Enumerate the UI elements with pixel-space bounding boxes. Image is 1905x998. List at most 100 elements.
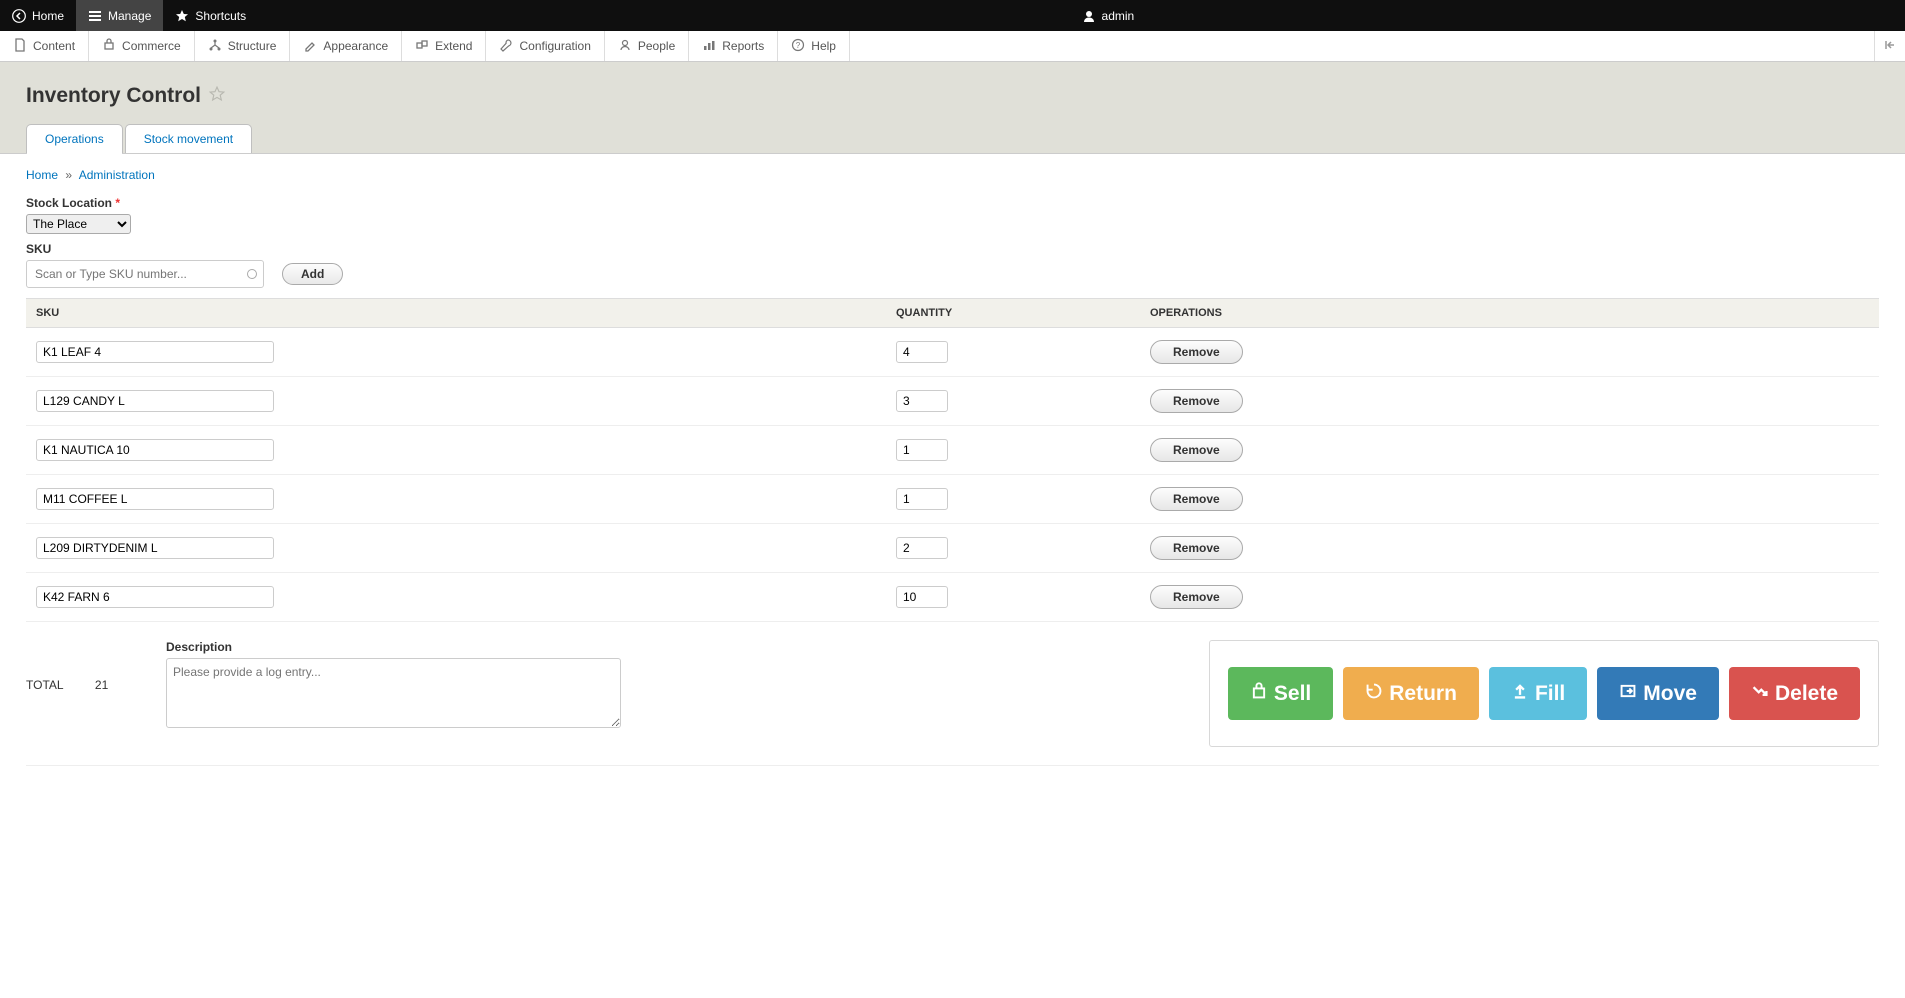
tab-stock-movement[interactable]: Stock movement	[125, 124, 252, 153]
grid-header-ops: OPERATIONS	[1150, 307, 1869, 319]
table-row: Remove	[26, 524, 1879, 573]
menu-extend[interactable]: Extend	[402, 31, 486, 61]
add-button[interactable]: Add	[282, 263, 343, 285]
sku-cell-input[interactable]	[36, 341, 274, 363]
menu-appearance[interactable]: Appearance	[290, 31, 402, 61]
extend-icon	[415, 38, 429, 55]
qty-cell-input[interactable]	[896, 537, 948, 559]
breadcrumb-home[interactable]: Home	[26, 168, 58, 182]
favorite-star-icon[interactable]	[209, 84, 225, 108]
total-block: TOTAL 21	[26, 640, 126, 692]
menu-commerce[interactable]: Commerce	[89, 31, 195, 61]
menu-extend-label: Extend	[435, 39, 472, 53]
tabs: Operations Stock movement	[26, 124, 1879, 153]
menu-structure-label: Structure	[228, 39, 277, 53]
trend-down-icon	[1751, 682, 1769, 706]
wrench-icon	[499, 38, 513, 55]
menu-content-label: Content	[33, 39, 75, 53]
history-icon	[1365, 682, 1383, 706]
menu-reports-label: Reports	[722, 39, 764, 53]
user-icon	[1082, 9, 1096, 23]
description-textarea[interactable]	[166, 658, 621, 728]
move-icon	[1619, 682, 1637, 706]
return-button[interactable]: Return	[1343, 667, 1479, 720]
topbar-home[interactable]: Home	[0, 0, 76, 31]
sku-label: SKU	[26, 242, 1879, 256]
help-icon: ?	[791, 38, 805, 55]
qty-cell-input[interactable]	[896, 439, 948, 461]
menu-content[interactable]: Content	[0, 31, 89, 61]
sku-cell-input[interactable]	[36, 537, 274, 559]
sku-cell-input[interactable]	[36, 390, 274, 412]
sku-cell-input[interactable]	[36, 586, 274, 608]
page-icon	[13, 38, 27, 55]
topbar-user[interactable]: admin	[1070, 0, 1905, 31]
total-label: TOTAL	[26, 678, 64, 692]
delete-button[interactable]: Delete	[1729, 667, 1860, 720]
upload-icon	[1511, 682, 1529, 706]
content: Home » Administration Stock Location * T…	[0, 154, 1905, 796]
qty-cell-input[interactable]	[896, 341, 948, 363]
sku-cell-input[interactable]	[36, 439, 274, 461]
topbar-shortcuts-label: Shortcuts	[195, 9, 246, 23]
remove-button[interactable]: Remove	[1150, 487, 1243, 511]
tab-operations[interactable]: Operations	[26, 124, 123, 153]
table-row: Remove	[26, 328, 1879, 377]
stock-location-select[interactable]: The Place	[26, 214, 131, 234]
topbar-user-label: admin	[1102, 9, 1135, 23]
menu-collapse[interactable]	[1875, 31, 1905, 61]
actions-panel: Sell Return Fill Move Delete	[1209, 640, 1879, 747]
topbar-shortcuts[interactable]: Shortcuts	[163, 0, 258, 31]
grid-header-sku: SKU	[36, 307, 896, 319]
footer-area: TOTAL 21 Description Sell Return Fill Mo…	[26, 622, 1879, 766]
table-row: Remove	[26, 377, 1879, 426]
remove-button[interactable]: Remove	[1150, 438, 1243, 462]
remove-button[interactable]: Remove	[1150, 340, 1243, 364]
inventory-grid: SKU QUANTITY OPERATIONS Remove Remove Remo…	[26, 298, 1879, 622]
collapse-icon	[1883, 38, 1897, 55]
page-header: Inventory Control Operations Stock movem…	[0, 62, 1905, 154]
back-circle-icon	[12, 9, 26, 23]
hamburger-icon	[88, 9, 102, 23]
topbar-home-label: Home	[32, 9, 64, 23]
breadcrumb-admin[interactable]: Administration	[79, 168, 155, 182]
sku-input[interactable]	[26, 260, 264, 288]
admin-menu: Content Commerce Structure Appearance Ex…	[0, 31, 1905, 62]
qty-cell-input[interactable]	[896, 390, 948, 412]
sku-cell-input[interactable]	[36, 488, 274, 510]
people-icon	[618, 38, 632, 55]
stock-location-label: Stock Location *	[26, 196, 1879, 210]
menu-appearance-label: Appearance	[323, 39, 388, 53]
qty-cell-input[interactable]	[896, 586, 948, 608]
remove-button[interactable]: Remove	[1150, 389, 1243, 413]
admin-topbar: Home Manage Shortcuts admin	[0, 0, 1905, 31]
move-button[interactable]: Move	[1597, 667, 1719, 720]
autocomplete-spinner-icon	[247, 269, 257, 279]
total-value: 21	[95, 678, 108, 692]
menu-people[interactable]: People	[605, 31, 689, 61]
grid-header: SKU QUANTITY OPERATIONS	[26, 298, 1879, 328]
menu-help[interactable]: ? Help	[778, 31, 850, 61]
table-row: Remove	[26, 573, 1879, 622]
menu-configuration-label: Configuration	[519, 39, 590, 53]
qty-cell-input[interactable]	[896, 488, 948, 510]
menu-help-label: Help	[811, 39, 836, 53]
star-icon	[175, 9, 189, 23]
chart-icon	[702, 38, 716, 55]
remove-button[interactable]: Remove	[1150, 585, 1243, 609]
menu-reports[interactable]: Reports	[689, 31, 778, 61]
menu-structure[interactable]: Structure	[195, 31, 291, 61]
topbar-manage[interactable]: Manage	[76, 0, 163, 31]
description-label: Description	[166, 640, 631, 654]
appearance-icon	[303, 38, 317, 55]
grid-header-qty: QUANTITY	[896, 307, 1150, 319]
table-row: Remove	[26, 475, 1879, 524]
remove-button[interactable]: Remove	[1150, 536, 1243, 560]
sell-button[interactable]: Sell	[1228, 667, 1333, 720]
menu-people-label: People	[638, 39, 675, 53]
fill-button[interactable]: Fill	[1489, 667, 1587, 720]
bag-icon	[1250, 682, 1268, 706]
menu-commerce-label: Commerce	[122, 39, 181, 53]
breadcrumb-sep: »	[65, 168, 72, 182]
menu-configuration[interactable]: Configuration	[486, 31, 604, 61]
